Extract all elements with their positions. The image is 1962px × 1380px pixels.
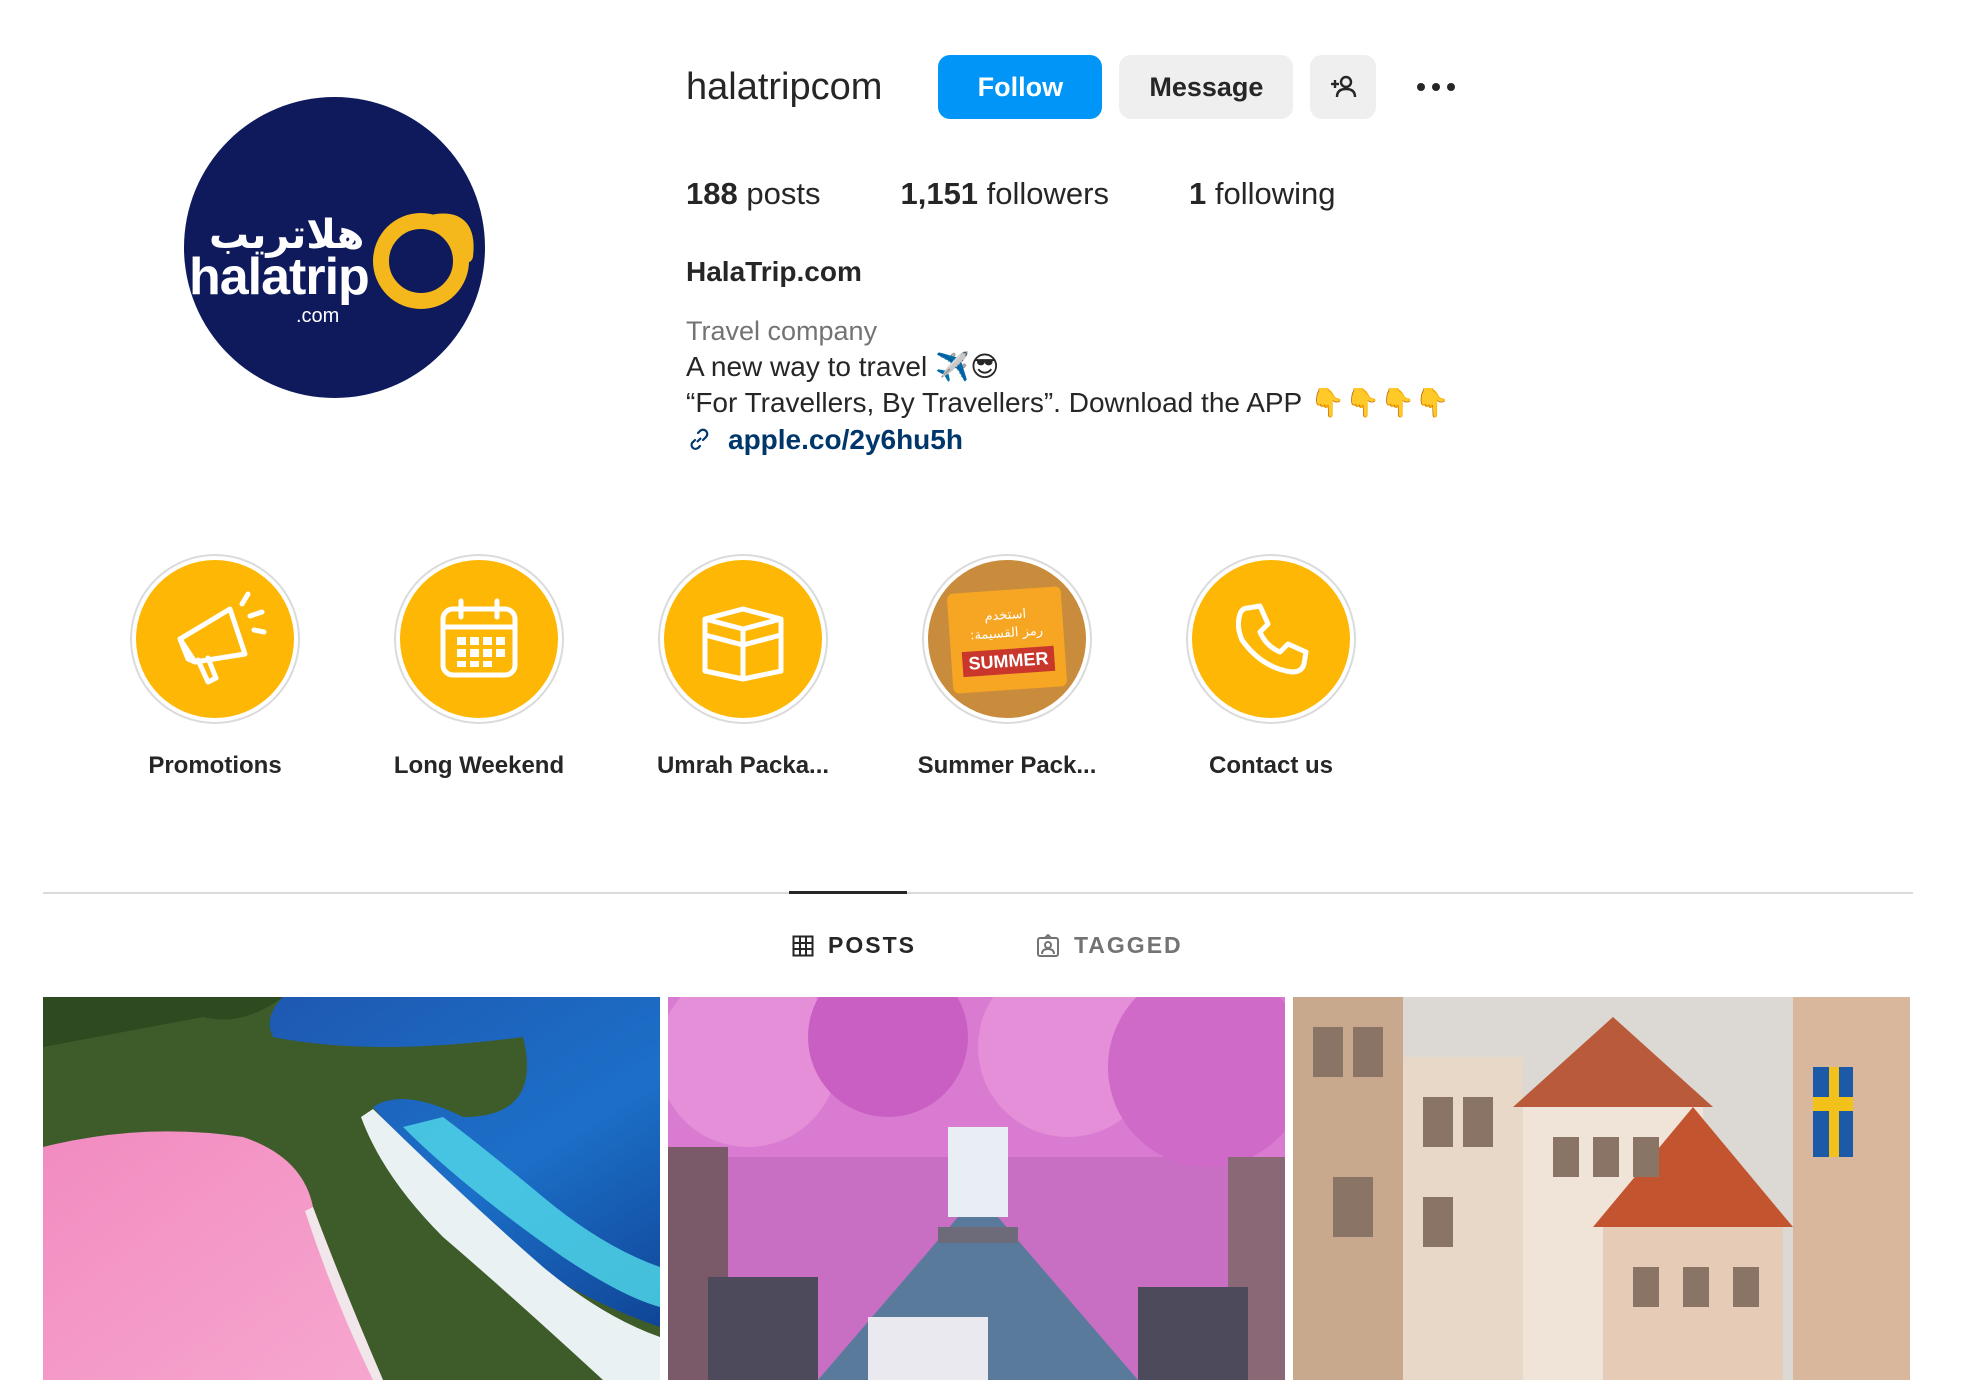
highlight-ring [658, 554, 828, 724]
link-icon [690, 428, 709, 450]
summer-coupon-tag: SUMMER [961, 645, 1056, 677]
profile-avatar[interactable]: هلاتريب halatrip .com [184, 97, 485, 398]
summer-cover-arabic-2: رمز القسيمة: [969, 622, 1044, 644]
logo-english-text: halatrip [189, 248, 370, 306]
post-grid [43, 997, 1910, 1380]
highlight-umrah[interactable]: Umrah Packa... [656, 554, 830, 780]
message-button[interactable]: Message [1119, 55, 1294, 119]
bio-line-1-emojis: ✈️😎 [935, 351, 1000, 382]
tab-tagged[interactable]: TAGGED [1036, 932, 1183, 959]
followers-label: followers [986, 176, 1109, 211]
pink-lake-image [43, 997, 660, 1380]
stat-followers[interactable]: 1,151 followers [900, 176, 1109, 212]
phone-icon [1235, 603, 1309, 675]
highlight-label: Contact us [1208, 752, 1333, 779]
profile-tabs: POSTS TAGGED [792, 932, 1303, 959]
tabs-divider [43, 892, 1913, 894]
tab-posts[interactable]: POSTS [792, 932, 916, 959]
grid-icon [792, 935, 814, 956]
profile-stats: 188 posts 1,151 followers 1 following [686, 176, 1416, 212]
highlight-label: Promotions [148, 752, 282, 779]
highlight-promotions[interactable]: Promotions [130, 554, 300, 780]
posts-label: posts [746, 176, 821, 211]
followers-count: 1,151 [900, 176, 979, 211]
stat-posts[interactable]: 188 posts [686, 176, 820, 212]
logo-ring-icon [373, 213, 474, 309]
highlight-label: Long Weekend [393, 752, 565, 779]
highlight-ring [1186, 554, 1356, 724]
tagged-icon [1036, 933, 1059, 957]
old-town-image [1293, 997, 1910, 1380]
post-thumbnail-pink-canal[interactable] [668, 997, 1285, 1380]
tab-tagged-label: TAGGED [1073, 932, 1183, 958]
follow-button[interactable]: Follow [938, 55, 1103, 119]
highlight-ring: استخدم رمز القسيمة: SUMMER [922, 554, 1092, 724]
bio-line-1-text: A new way to travel [686, 350, 928, 382]
bio-link-text: apple.co/2y6hu5h [728, 424, 963, 455]
following-count: 1 [1189, 176, 1207, 211]
person-add-icon [1331, 75, 1357, 98]
suggest-accounts-button[interactable] [1310, 55, 1377, 119]
bio-line-2-emojis: 👇👇👇👇 [1310, 387, 1450, 418]
summer-promo-card: استخدم رمز القسيمة: SUMMER [946, 586, 1068, 694]
stat-following[interactable]: 1 following [1189, 176, 1336, 212]
more-options-icon[interactable] [1406, 67, 1466, 107]
bio-line-2: “For Travellers, By Travellers”. Downloa… [686, 386, 1450, 419]
highlight-label: Summer Pack... [917, 752, 1097, 779]
calendar-icon [440, 598, 518, 678]
pink-canal-image [668, 997, 1285, 1380]
highlight-summer[interactable]: استخدم رمز القسيمة: SUMMER Summer Pack..… [918, 554, 1096, 780]
logo-suffix-text: .com [296, 305, 340, 327]
profile-header: halatripcom Follow Message [686, 55, 1466, 119]
highlight-ring [130, 554, 300, 724]
summer-cover-image: استخدم رمز القسيمة: SUMMER [928, 560, 1086, 718]
highlight-contact[interactable]: Contact us [1186, 554, 1356, 780]
kaaba-icon [702, 606, 784, 682]
active-tab-indicator [789, 891, 907, 894]
bio-link[interactable]: apple.co/2y6hu5h [686, 424, 963, 456]
following-label: following [1214, 176, 1336, 211]
highlight-cover [664, 560, 822, 718]
posts-count: 188 [686, 176, 738, 211]
tab-posts-label: POSTS [828, 932, 916, 958]
highlight-long-weekend[interactable]: Long Weekend [394, 554, 564, 780]
bio-name: HalaTrip.com [686, 256, 862, 287]
story-highlights: Promotions Long Weekend Umrah Packa... ا… [130, 554, 1450, 780]
highlight-cover [400, 560, 558, 718]
highlight-cover [1192, 560, 1350, 718]
highlight-ring [394, 554, 564, 724]
bio-line-2-text: “For Travellers, By Travellers”. Downloa… [686, 386, 1303, 418]
highlight-label: Umrah Packa... [656, 752, 830, 779]
post-thumbnail-old-town[interactable] [1293, 997, 1910, 1380]
post-thumbnail-pink-lake[interactable] [43, 997, 660, 1380]
highlight-cover [136, 560, 294, 718]
halatrip-logo: هلاتريب halatrip .com [184, 97, 485, 398]
profile-username: halatripcom [686, 65, 883, 108]
megaphone-icon [177, 591, 267, 685]
bio-line-1: A new way to travel ✈️😎 [686, 350, 999, 383]
bio-category: Travel company [686, 316, 878, 346]
